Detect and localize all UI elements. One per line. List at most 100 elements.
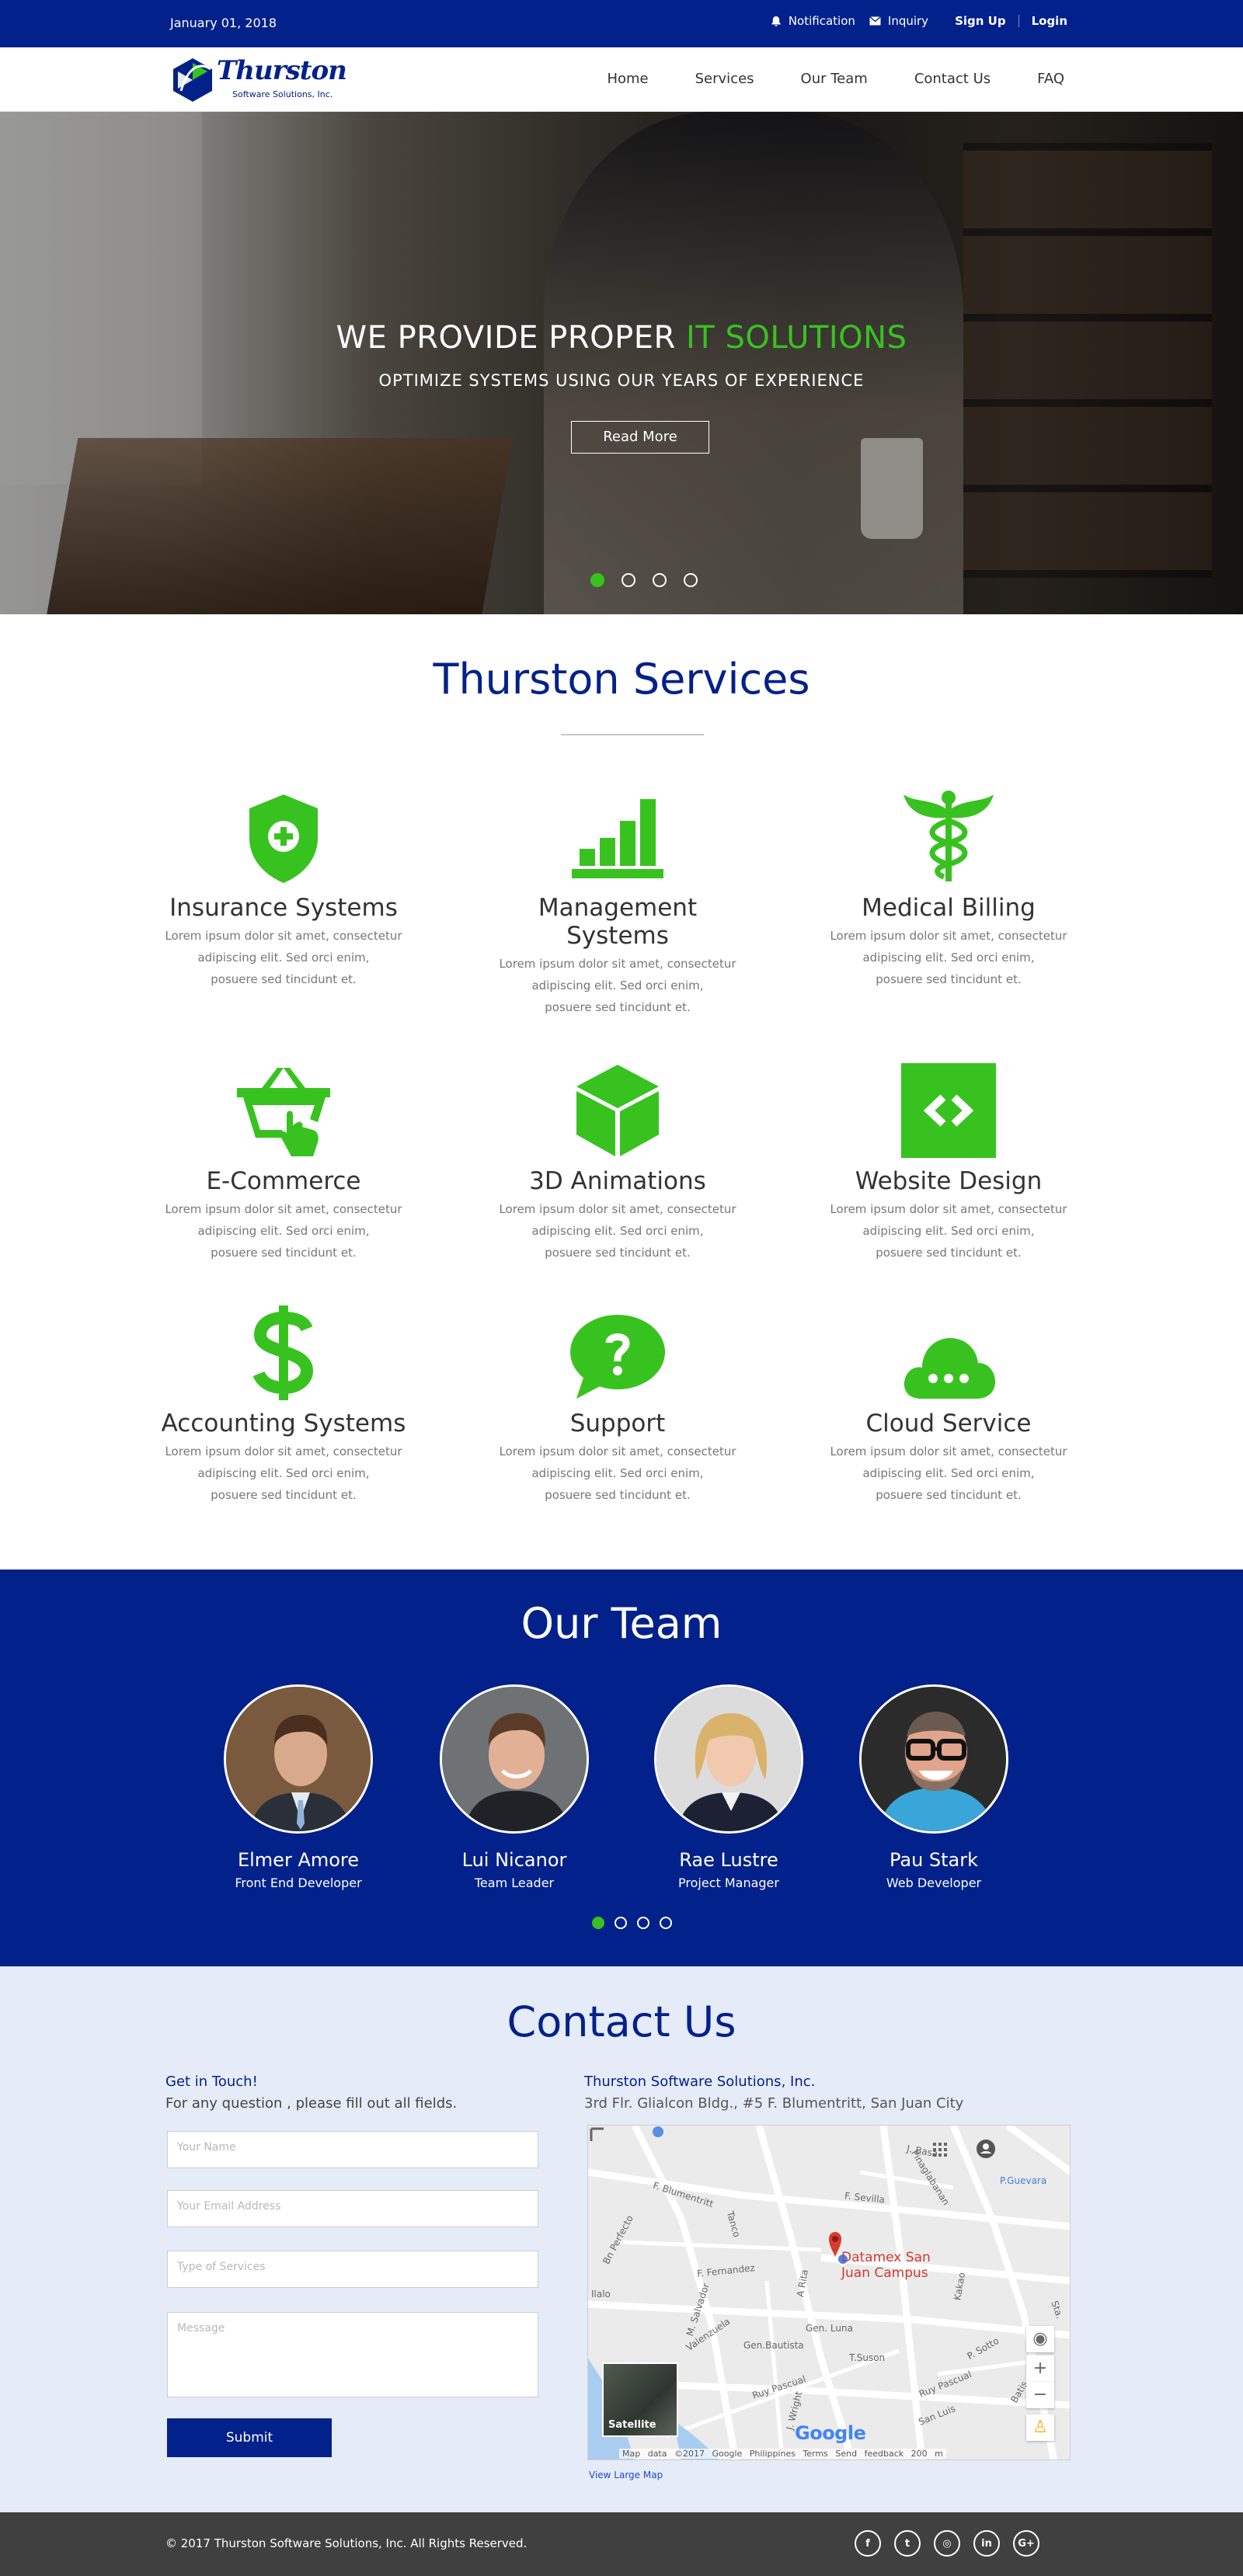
instagram-icon[interactable]: ◎: [934, 2530, 960, 2557]
contact-section: Contact Us Get in Touch! For any questio…: [0, 1966, 1243, 2512]
inquiry-link[interactable]: Inquiry: [869, 14, 928, 28]
service-title: Insurance Systems: [169, 894, 398, 922]
contact-form-subtitle: For any question , please fill out all f…: [165, 2095, 458, 2112]
facebook-icon[interactable]: f: [855, 2530, 881, 2557]
hero-carousel: WE PROVIDE PROPER IT SOLUTIONS OPTIMIZE …: [0, 112, 1243, 614]
services-section: Thurston Services Insurance Systems Lore…: [0, 614, 1243, 1570]
read-more-button[interactable]: Read More: [571, 421, 709, 454]
cube-icon: [576, 1065, 659, 1156]
service-desc: Lorem ipsum dolor sit amet, consectetur a…: [499, 1444, 736, 1502]
member-role: Front End Developer: [235, 1876, 362, 1890]
slide-dot-1[interactable]: [590, 573, 604, 587]
service-title: Cloud Service: [865, 1410, 1032, 1437]
inquiry-label: Inquiry: [887, 14, 929, 28]
member-name: Pau Stark: [889, 1849, 979, 1871]
submit-button[interactable]: Submit: [167, 2418, 332, 2457]
team-dot-4[interactable]: [660, 1917, 672, 1929]
service-title: Management Systems: [538, 894, 698, 950]
nav-faq[interactable]: FAQ: [1037, 71, 1064, 87]
linkedin-icon[interactable]: in: [973, 2530, 1000, 2557]
email-field[interactable]: Your Email Address: [167, 2190, 538, 2227]
service-desc: Lorem ipsum dolor sit amet, consectetur a…: [165, 929, 402, 986]
envelope-icon: [869, 16, 881, 26]
top-bar-links: Notification Inquiry Sign Up Login: [757, 14, 1067, 28]
service-title: Website Design: [855, 1167, 1043, 1195]
team-dot-3[interactable]: [637, 1917, 649, 1929]
services-divider: [561, 734, 704, 735]
dollar-icon: [252, 1305, 314, 1400]
service-3d-animations[interactable]: 3D Animations Lorem ipsum dolor sit amet…: [486, 1060, 750, 1264]
member-role: Team Leader: [474, 1876, 555, 1890]
service-title: Medical Billing: [862, 894, 1036, 922]
member-name: Elmer Amore: [237, 1849, 360, 1871]
signup-link[interactable]: Sign Up: [955, 14, 1006, 28]
nav-home[interactable]: Home: [607, 71, 648, 87]
team-member-card[interactable]: Rae Lustre Project Manager: [635, 1684, 822, 1890]
team-slide-indicators: [592, 1917, 682, 1929]
team-section: Our Team Elmer Amore Front End Developer…: [0, 1570, 1243, 1966]
nav-contact-us[interactable]: Contact Us: [914, 71, 991, 87]
notification-link[interactable]: Notification: [771, 14, 855, 28]
service-desc: Lorem ipsum dolor sit amet, consectetur a…: [165, 1444, 402, 1502]
googleplus-icon[interactable]: G+: [1013, 2530, 1039, 2557]
service-management-systems[interactable]: Management Systems Lorem ipsum dolor sit…: [486, 787, 750, 1018]
avatar: [440, 1684, 589, 1834]
company-address: 3rd Flr. Glialcon Bldg., #5 F. Blumentri…: [584, 2095, 964, 2112]
nav-services[interactable]: Services: [695, 71, 754, 87]
name-field[interactable]: Your Name: [167, 2131, 538, 2168]
cloud-icon: [904, 1338, 995, 1399]
hero-headline: WE PROVIDE PROPER IT SOLUTIONS: [0, 320, 1243, 356]
team-member-card[interactable]: Elmer Amore Front End Developer: [205, 1684, 392, 1890]
street-view-pegman-icon[interactable]: ♙: [1026, 2414, 1054, 2441]
service-desc: Lorem ipsum dolor sit amet, consectetur a…: [830, 1444, 1067, 1502]
contact-title: Contact Us: [507, 1997, 736, 2046]
services-title: Thurston Services: [433, 655, 810, 704]
team-title: Our Team: [521, 1599, 722, 1648]
team-dot-1[interactable]: [592, 1917, 604, 1929]
member-role: Web Developer: [886, 1876, 982, 1890]
service-medical-billing[interactable]: Medical Billing Lorem ipsum dolor sit am…: [816, 787, 1081, 990]
top-bar: January 01, 2018 Notification Inquiry Si…: [0, 0, 1243, 47]
message-field[interactable]: Message: [167, 2312, 538, 2397]
service-support[interactable]: Support Lorem ipsum dolor sit amet, cons…: [486, 1302, 750, 1506]
copyright: © 2017 Thurston Software Solutions, Inc.…: [165, 2536, 527, 2550]
hero-headline-accent: IT SOLUTIONS: [686, 320, 907, 356]
my-location-button[interactable]: ◉: [1026, 2326, 1054, 2352]
view-large-map-link[interactable]: View Large Map: [589, 2470, 663, 2480]
slide-dot-2[interactable]: [622, 573, 635, 587]
avatar: [224, 1684, 373, 1834]
twitter-icon[interactable]: t: [894, 2530, 921, 2557]
brand-logo[interactable]: Thurston Software Solutions, Inc.: [170, 55, 347, 105]
login-link[interactable]: Login: [1032, 14, 1067, 28]
service-accounting-systems[interactable]: Accounting Systems Lorem ipsum dolor sit…: [151, 1302, 416, 1506]
contact-form-title: Get in Touch!: [165, 2074, 258, 2090]
caduceus-icon: [904, 791, 994, 881]
service-insurance-systems[interactable]: Insurance Systems Lorem ipsum dolor sit …: [151, 787, 416, 990]
service-title: Support: [569, 1410, 666, 1437]
service-e-commerce[interactable]: E-Commerce Lorem ipsum dolor sit amet, c…: [151, 1060, 416, 1264]
zoom-in-button[interactable]: +: [1026, 2355, 1054, 2382]
brand-name: Thurston: [217, 55, 347, 86]
shield-plus-icon: [249, 794, 318, 883]
team-member-card[interactable]: Lui Nicanor Team Leader: [421, 1684, 608, 1890]
map-pin-label[interactable]: Datamex San Juan Campus: [841, 2250, 931, 2281]
company-name: Thurston Software Solutions, Inc.: [584, 2074, 816, 2090]
zoom-out-button[interactable]: −: [1026, 2382, 1054, 2408]
service-desc: Lorem ipsum dolor sit amet, consectetur a…: [499, 957, 736, 1014]
service-type-field[interactable]: Type of Services: [167, 2251, 538, 2288]
satellite-toggle[interactable]: Satellite: [602, 2362, 678, 2437]
slide-dot-4[interactable]: [684, 573, 698, 587]
map-attribution: Map data ©2017 Google Philippines Terms …: [619, 2449, 946, 2459]
social-links: f t ◎ in G+: [855, 2530, 1053, 2557]
member-name: Rae Lustre: [679, 1849, 778, 1871]
service-website-design[interactable]: Website Design Lorem ipsum dolor sit ame…: [816, 1060, 1081, 1264]
location-map[interactable]: F. Blumentritt J. Basa F. Sevilla Pinagl…: [587, 2125, 1071, 2460]
logo-mark-icon: [173, 58, 212, 102]
team-dot-2[interactable]: [615, 1917, 627, 1929]
nav-our-team[interactable]: Our Team: [801, 71, 868, 87]
question-bubble-icon: [570, 1315, 665, 1399]
service-cloud-service[interactable]: Cloud Service Lorem ipsum dolor sit amet…: [816, 1302, 1081, 1506]
slide-dot-3[interactable]: [653, 573, 667, 587]
team-member-card[interactable]: Pau Stark Web Developer: [841, 1684, 1027, 1890]
bell-icon: [771, 16, 781, 26]
